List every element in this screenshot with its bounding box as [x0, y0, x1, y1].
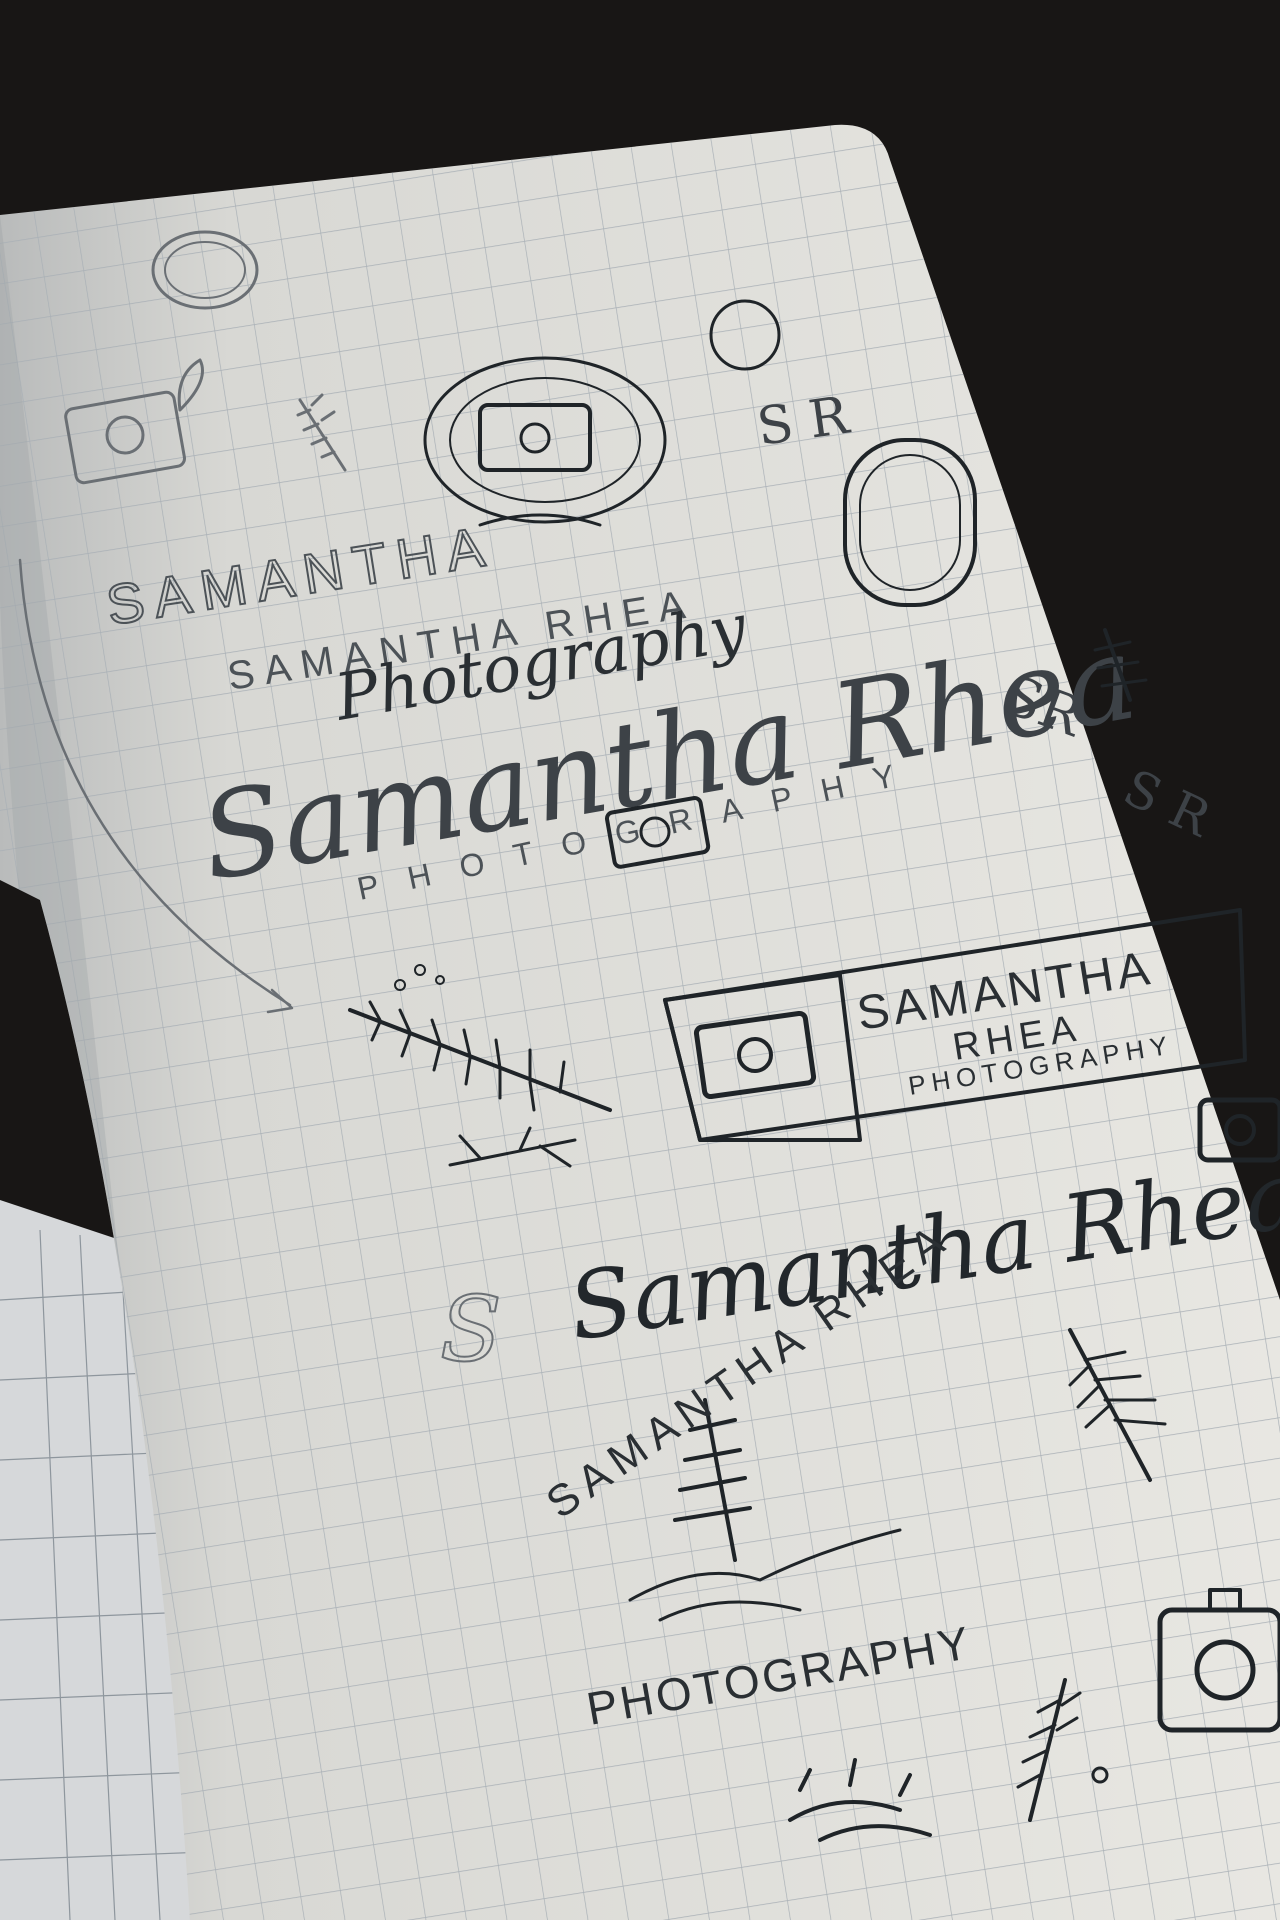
sketch-text-letter-s: S	[440, 1277, 502, 1382]
monogram-a: S R	[753, 385, 854, 457]
notebook-photo: SAMANTHA SAMANTHA RHEA Photography Saman…	[0, 0, 1280, 1920]
